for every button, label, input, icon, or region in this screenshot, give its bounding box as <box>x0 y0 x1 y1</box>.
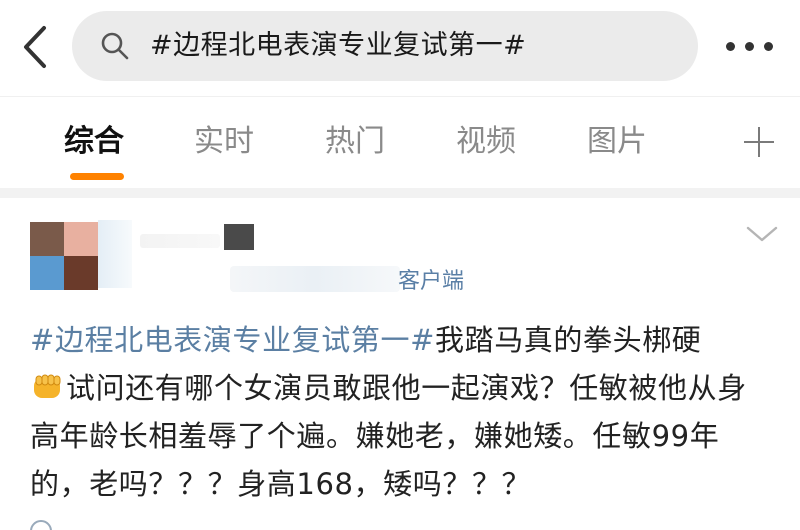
user-name-redacted[interactable] <box>140 234 220 248</box>
more-dots-icon <box>745 42 754 51</box>
active-tab-indicator <box>70 173 124 180</box>
repost-icon <box>30 520 52 530</box>
tab-video[interactable]: 视频 <box>456 121 516 163</box>
more-dots-icon <box>726 42 735 51</box>
search-query-text: #边程北电表演专业复试第一# <box>150 30 527 61</box>
post-hashtag-link[interactable]: #边程北电表演专业复试第一# <box>30 323 435 357</box>
user-name-mosaic <box>224 224 254 250</box>
back-button[interactable] <box>14 22 58 72</box>
avatar-blur <box>98 220 132 288</box>
avatar[interactable] <box>30 222 98 290</box>
avatar-mosaic-cell <box>30 256 64 290</box>
post-text-part: 我踏马真的拳头梆硬 <box>435 323 702 357</box>
tab-hot[interactable]: 热门 <box>325 121 385 163</box>
top-bar: #边程北电表演专业复试第一# <box>0 0 800 96</box>
search-icon <box>101 32 129 60</box>
tab-realtime[interactable]: 实时 <box>194 121 254 163</box>
search-input[interactable]: #边程北电表演专业复试第一# <box>72 11 698 81</box>
back-arrow-icon <box>24 26 46 68</box>
add-tab-button[interactable] <box>738 121 780 163</box>
post-body: #边程北电表演专业复试第一#我踏马真的拳头梆硬 试问还有哪个女演员敢跟他一起演戏… <box>30 316 776 508</box>
more-options-button[interactable] <box>722 28 778 64</box>
tab-images[interactable]: 图片 <box>587 121 647 163</box>
tab-comprehensive[interactable]: 综合 <box>64 121 124 163</box>
post-menu-button[interactable] <box>744 222 780 246</box>
more-dots-icon <box>764 42 773 51</box>
fist-emoji-icon <box>34 374 61 398</box>
chevron-down-icon <box>746 226 778 242</box>
avatar-mosaic-cell <box>30 222 64 256</box>
post-meta-redacted <box>230 266 400 292</box>
result-tabs: 综合 实时 热门 视频 图片 <box>0 96 800 188</box>
post-text-part: 试问还有哪个女演员敢跟他一起演戏？任敏被他从身高年龄长相羞辱了个遍。嫌她老，嫌她… <box>30 371 747 501</box>
avatar-mosaic-cell <box>64 256 98 290</box>
post-source: 客户端 <box>398 269 465 294</box>
section-divider <box>0 188 800 198</box>
avatar-mosaic-cell <box>64 222 98 256</box>
post-card: 客户端 #边程北电表演专业复试第一#我踏马真的拳头梆硬 试问还有哪个女演员敢跟他… <box>0 198 800 530</box>
repost-strip <box>30 516 370 530</box>
